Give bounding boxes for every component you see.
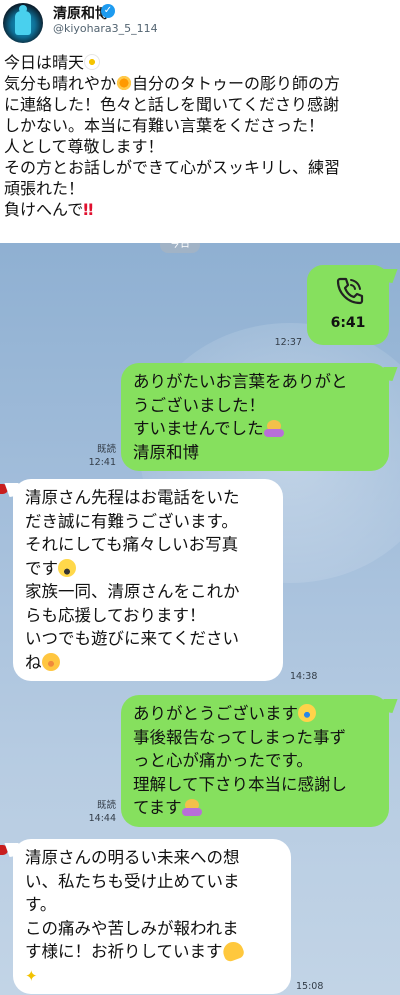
message-line: っと心が痛かったです。 <box>133 751 313 770</box>
tweet-line-text: 自分のタトゥーの彫り師の方 <box>132 74 341 93</box>
message-line: 清原さん先程はお電話をいた <box>25 488 240 507</box>
message-line-text: ね <box>25 652 42 672</box>
message-line: ✦ <box>25 964 279 989</box>
tweet-line: 人として尊敬します！ <box>4 137 164 156</box>
message-line: 事後報告なってしまった事ず <box>133 727 347 747</box>
voice-call-bubble[interactable]: 6:41 <box>307 265 389 345</box>
sun-icon <box>116 75 133 91</box>
clapping-hands-icon <box>220 939 245 963</box>
line-chat-screenshot: 今日 6:41 12:37 ありがたいお言葉をありがと うございました！ すいま… <box>0 243 400 995</box>
message-line: 理解して下さり本当に感謝し <box>133 774 348 794</box>
message-line: だき誠に有難うございます。 <box>25 511 238 531</box>
user-avatar[interactable] <box>3 3 43 43</box>
message-time: 15:08 <box>296 981 324 992</box>
message-line: す様に！お祈りしています <box>25 939 279 964</box>
message-line-text: す様に！お祈りしています <box>25 942 223 961</box>
message-line: うございました！ <box>133 395 265 415</box>
tweet-line: 気分も晴れやか 自分のタトゥーの彫り師の方 <box>4 73 398 94</box>
received-message-bubble[interactable]: 清原さんの明るい未来への想 い、私たちも受け止めていま す。 この痛みや苦しみが… <box>13 839 291 994</box>
message-line: い、私たちも受け止めていま <box>25 871 240 891</box>
tweet-line: しかない。本当に有難い言葉をくださった！ <box>4 116 325 135</box>
sent-message-bubble[interactable]: ありがとうございます 事後報告なってしまった事ず っと心が痛かったです。 理解し… <box>121 695 389 827</box>
date-separator: 今日 <box>160 243 200 253</box>
message-line: それにしても痛々しいお写真 <box>25 535 239 554</box>
sparkles-icon: ✦ <box>25 966 38 985</box>
user-handle[interactable]: @kiyohara3_5_114 <box>53 22 158 35</box>
message-line-text: てます <box>133 798 182 817</box>
tweet-line: に連絡した！色々と話しを聞いてくださり感謝 <box>4 95 340 114</box>
message-line: らも応援しております！ <box>25 605 206 625</box>
message-line: 清原和博 <box>133 442 199 462</box>
message-time: 14:44 <box>88 813 116 824</box>
tweet-text: 今日は晴天 気分も晴れやか 自分のタトゥーの彫り師の方 に連絡した！色々と話しを聞… <box>4 52 398 220</box>
tweet-line-text: 今日は晴天 <box>4 53 85 72</box>
message-line: す。 <box>25 895 57 914</box>
tweet-line: 今日は晴天 <box>4 52 398 73</box>
tweet-line: その方とお話しができて心がスッキリし、練習 <box>4 158 341 177</box>
verified-badge-icon: ✓ <box>101 4 115 18</box>
crying-face-icon <box>298 704 316 722</box>
message-line: 清原さんの明るい未来への想 <box>25 848 240 867</box>
tweet-line: 負けへんで‼ <box>4 199 398 220</box>
message-time: 14:38 <box>290 671 318 682</box>
double-exclamation-icon: ‼ <box>83 200 94 219</box>
tweet-line: 頑張れた！ <box>4 179 85 198</box>
message-line: 家族一同、清原さんをこれか <box>25 582 240 601</box>
read-receipt: 既読 <box>96 444 116 455</box>
message-line: いつでも遊びに来てください <box>25 629 240 648</box>
baseball-player-icon <box>15 5 31 35</box>
phone-icon <box>336 277 364 305</box>
message-line: てます <box>133 796 377 820</box>
tweet-line-text: 気分も晴れやか <box>4 74 117 93</box>
message-line-text: ありがとうございます <box>133 704 298 723</box>
message-time: 12:37 <box>274 337 302 348</box>
message-line: ね <box>25 651 271 675</box>
tweet-line-text: 負けへんで <box>4 200 84 219</box>
screaming-face-icon <box>58 558 76 577</box>
message-line-text: です <box>25 558 58 578</box>
message-line: すいませんでした <box>133 417 377 441</box>
message-line-text: すいませんでした <box>133 419 264 438</box>
message-line: です <box>25 557 271 581</box>
sent-message-bubble[interactable]: ありがたいお言葉をありがと うございました！ すいませんでした 清原和博 <box>121 363 389 471</box>
daisy-icon <box>84 54 101 70</box>
tweet: 清原和博 ✓ @kiyohara3_5_114 今日は晴天 気分も晴れやか 自分の… <box>0 0 400 243</box>
call-duration: 6:41 <box>330 315 366 331</box>
message-line: ありがとうございます <box>133 702 377 726</box>
message-line: ありがたいお言葉をありがと <box>133 372 348 391</box>
received-message-bubble[interactable]: 清原さん先程はお電話をいた だき誠に有難うございます。 それにしても痛々しいお写… <box>13 479 283 681</box>
message-line: この痛みや苦しみが報われま <box>25 918 239 938</box>
message-time: 12:41 <box>88 457 116 468</box>
hugging-face-icon <box>41 652 60 671</box>
bowing-person-icon <box>263 419 284 437</box>
read-receipt: 既読 <box>96 800 116 811</box>
bowing-person-icon <box>181 798 202 816</box>
